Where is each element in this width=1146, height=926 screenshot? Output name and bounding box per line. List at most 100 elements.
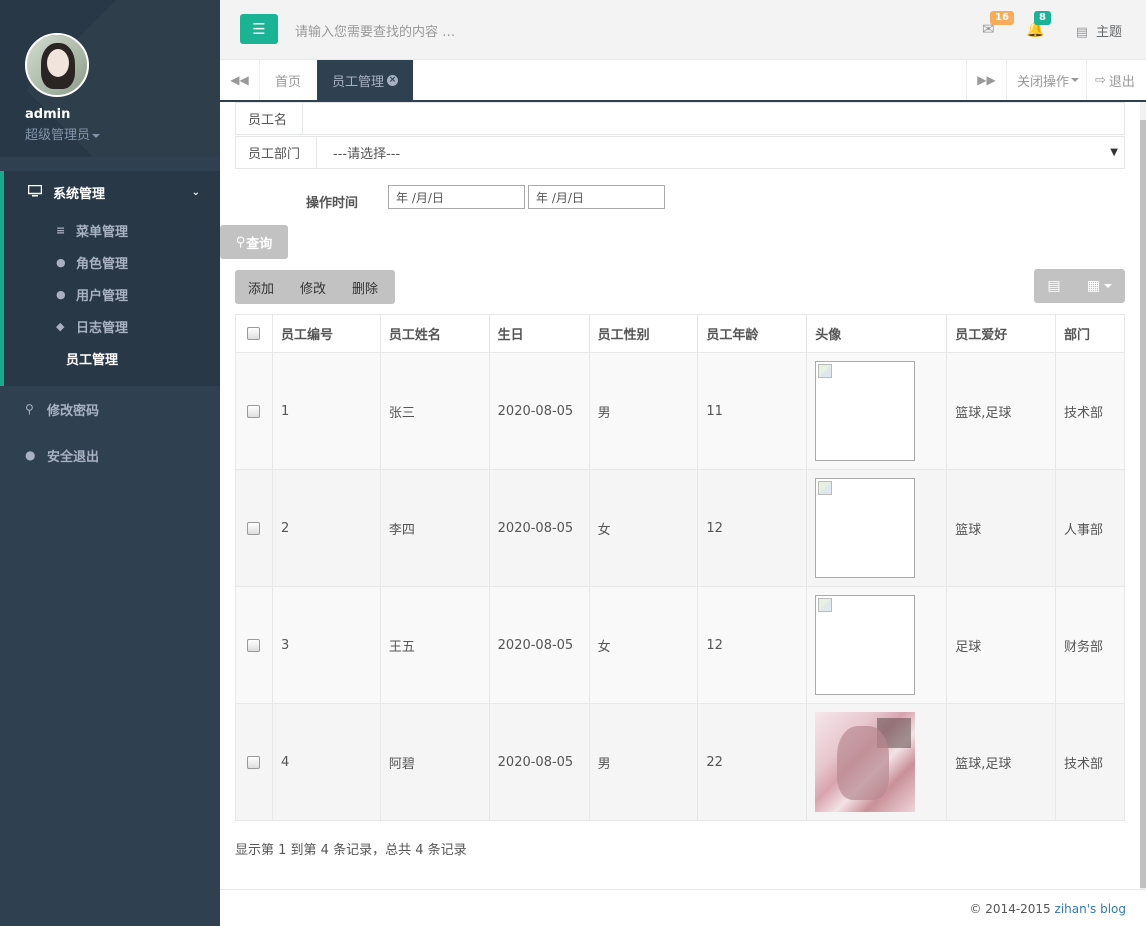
sidebar-item-label: 日志管理 (76, 320, 129, 336)
query-label: 查询 (246, 236, 273, 252)
cell-age: 11 (697, 352, 808, 470)
row-checkbox[interactable] (247, 404, 261, 418)
footer: © 2014-2015 zihan's blog (220, 889, 1146, 926)
delete-button[interactable]: 删除 (339, 270, 391, 304)
tab-scroll-left-button[interactable]: ◀◀ (220, 60, 260, 100)
select-arrow-icon: ▼ (1110, 147, 1118, 158)
user-icon: ● (56, 287, 66, 301)
avatar[interactable] (25, 33, 89, 97)
sidebar-item-user[interactable]: ● 用户管理 (4, 278, 220, 310)
col-header[interactable]: 头像 (806, 314, 948, 353)
query-button[interactable]: ⚲ 查询 (220, 225, 288, 259)
table-row[interactable]: 3 王五 2020-08-05 女 12 足球 财务部 (235, 586, 1125, 704)
nav-label: 安全退出 (47, 449, 100, 465)
tab-home[interactable]: 首页 (260, 60, 316, 100)
cell-hobby: 足球 (946, 586, 1057, 704)
row-checkbox[interactable] (247, 521, 261, 535)
cell-avatar (806, 703, 948, 821)
col-header[interactable]: 部门 (1055, 314, 1125, 353)
col-header[interactable]: 员工爱好 (946, 314, 1057, 353)
user-name: admin (25, 107, 71, 122)
cell-id: 2 (271, 469, 381, 587)
sidebar-item-label: 角色管理 (76, 256, 129, 272)
employee-name-label: 员工名 (236, 103, 303, 134)
user-times-icon: ● (25, 448, 36, 462)
user-role-dropdown[interactable]: 超级管理员 (25, 124, 220, 143)
cell-age: 22 (697, 703, 808, 821)
caret-down-icon (1071, 78, 1080, 82)
tab-active-label: 员工管理 (332, 74, 385, 90)
cell-id: 4 (271, 703, 381, 821)
table-row[interactable]: 1 张三 2020-08-05 男 11 篮球,足球 技术部 (235, 352, 1125, 470)
view-buttons: ▤ ▦ (1034, 269, 1125, 303)
cell-name: 王五 (379, 586, 490, 704)
checkbox[interactable] (247, 327, 261, 340)
notification-button[interactable]: 🔔 8 (1026, 11, 1051, 38)
operation-time-label: 操作时间 (306, 196, 359, 211)
end-date-input[interactable]: 年 /月/日 (528, 185, 665, 209)
cell-hobby: 篮球,足球 (946, 352, 1057, 470)
cell-age: 12 (697, 469, 808, 587)
exit-button[interactable]: ⇨ 退出 (1086, 60, 1146, 100)
employee-name-input[interactable] (303, 103, 1124, 134)
scrollbar[interactable] (1140, 102, 1146, 889)
mail-button[interactable]: ✉ 16 (982, 11, 1014, 38)
close-operations-dropdown[interactable]: 关闭操作 (1006, 60, 1086, 100)
cell-dept: 财务部 (1055, 586, 1125, 704)
sign-out-icon: ⇨ (1095, 72, 1106, 88)
menu-group-system: 系统管理 ⌄ ≡ 菜单管理 ● 角色管理 ● 用户管理 ◆ 日志管理 员工管理 (0, 171, 220, 386)
col-header[interactable]: 生日 (488, 314, 590, 353)
col-header[interactable]: 员工编号 (271, 314, 381, 353)
cell-gender: 女 (588, 586, 699, 704)
sidebar-item-label: 菜单管理 (76, 224, 129, 240)
cell-age: 12 (697, 586, 808, 704)
start-date-input[interactable]: 年 /月/日 (388, 185, 525, 209)
col-header[interactable]: 员工姓名 (379, 314, 490, 353)
table-row[interactable]: 2 李四 2020-08-05 女 12 篮球 人事部 (235, 469, 1125, 587)
row-checkbox-cell (235, 586, 273, 704)
sidebar-item-role[interactable]: ● 角色管理 (4, 246, 220, 278)
tab-scroll-right-button[interactable]: ▶▶ (966, 60, 1006, 100)
select-all-checkbox[interactable] (235, 314, 273, 353)
columns-dropdown-button[interactable]: ▦ (1074, 269, 1125, 303)
sidebar-item-menu[interactable]: ≡ 菜单管理 (4, 214, 220, 246)
bars-icon: ☰ (252, 20, 266, 38)
exit-label: 退出 (1108, 74, 1135, 90)
menu-system-management[interactable]: 系统管理 ⌄ (4, 171, 220, 214)
row-checkbox[interactable] (247, 638, 261, 652)
col-header[interactable]: 员工年龄 (697, 314, 808, 353)
tags-icon: ◆ (56, 319, 65, 333)
close-tab-icon[interactable]: × (387, 74, 399, 86)
cell-birthday: 2020-08-05 (488, 469, 590, 587)
search-input[interactable]: 请输入您需要查找的内容 … (295, 21, 455, 40)
cell-id: 1 (271, 352, 381, 470)
row-checkbox[interactable] (247, 755, 261, 769)
cell-avatar (806, 586, 948, 704)
sidebar-item-employee[interactable]: 员工管理 (4, 342, 220, 374)
blog-link[interactable]: zihan's blog (1055, 902, 1126, 916)
cell-hobby: 篮球,足球 (946, 703, 1057, 821)
menu-toggle-button[interactable]: ☰ (240, 14, 278, 44)
edit-button[interactable]: 修改 (287, 270, 339, 304)
cell-birthday: 2020-08-05 (488, 352, 590, 470)
card-view-button[interactable]: ▤ (1034, 269, 1074, 303)
tab-employee-management[interactable]: 员工管理 × (317, 60, 414, 100)
col-header[interactable]: 员工性别 (588, 314, 699, 353)
theme-label: 主题 (1095, 25, 1122, 40)
sidebar-item-label: 员工管理 (66, 352, 119, 368)
nav-logout[interactable]: ● 安全退出 (0, 433, 220, 477)
caret-down-icon (1104, 284, 1113, 288)
employee-dept-select[interactable]: ---请选择--- ▼ (317, 137, 1124, 168)
table-row[interactable]: 4 阿碧 2020-08-05 男 22 篮球,足球 技术部 (235, 703, 1125, 821)
sidebar-item-log[interactable]: ◆ 日志管理 (4, 310, 220, 342)
theme-button[interactable]: ▤ 主题 (1076, 21, 1122, 40)
cell-dept: 人事部 (1055, 469, 1125, 587)
scrollbar-thumb[interactable] (1140, 120, 1146, 888)
add-button[interactable]: 添加 (235, 270, 287, 304)
notification-count-badge: 8 (1034, 11, 1051, 25)
nav-change-password[interactable]: ⚲ 修改密码 (0, 387, 220, 431)
cell-avatar (806, 469, 948, 587)
sliders-icon: ≡ (56, 223, 66, 237)
employee-dept-row: 员工部门 ---请选择--- ▼ (235, 136, 1125, 169)
nav-label: 修改密码 (47, 403, 100, 419)
